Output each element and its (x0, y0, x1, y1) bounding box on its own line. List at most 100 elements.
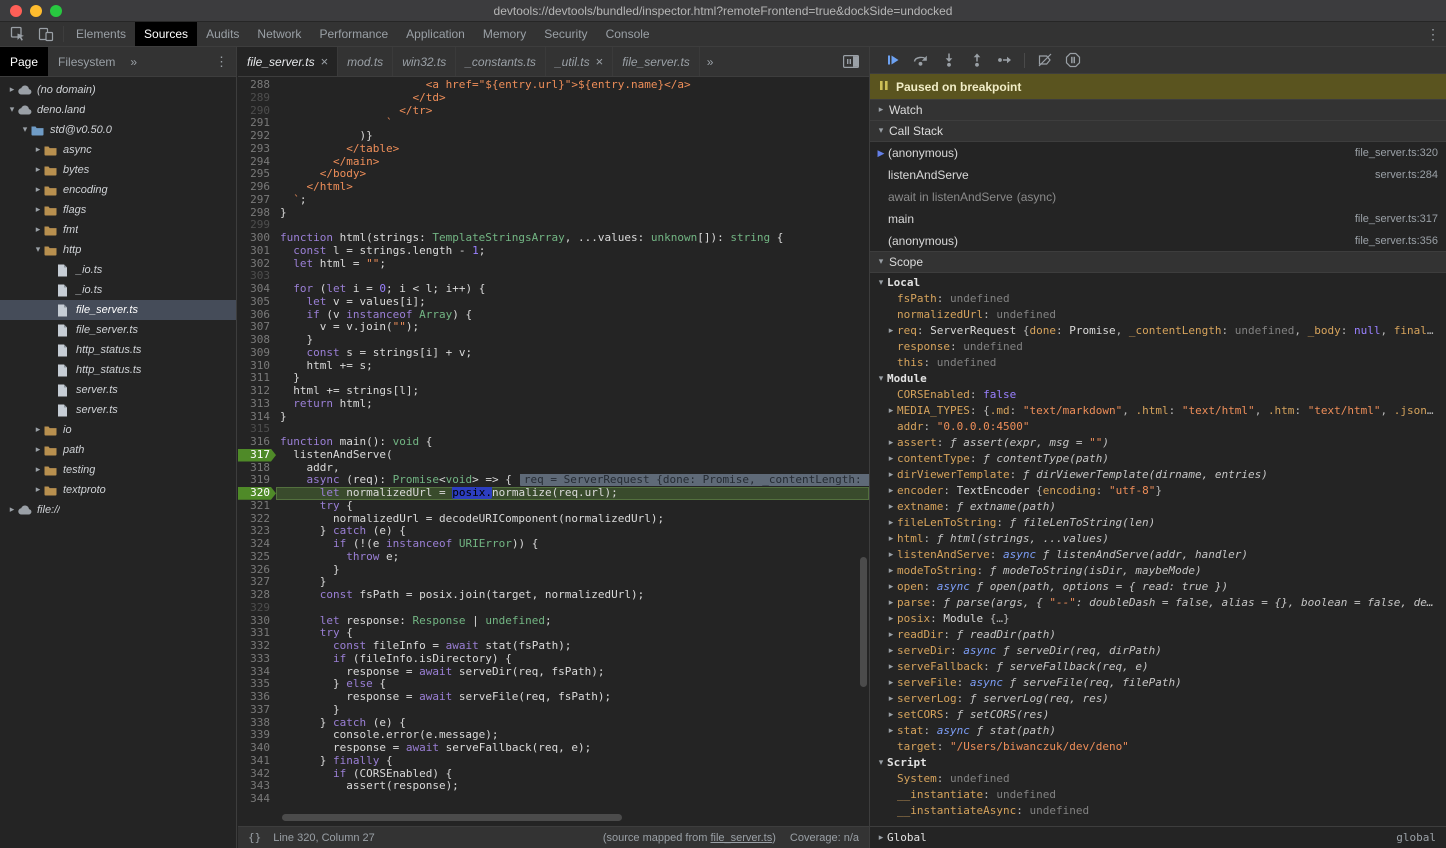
tab-overflow-icon[interactable]: » (125, 47, 142, 76)
expand-arrow[interactable] (885, 323, 897, 339)
frame-location[interactable]: file_server.ts:317 (1355, 213, 1438, 225)
close-tab-icon[interactable]: × (321, 55, 329, 68)
navigator-tab-filesystem[interactable]: Filesystem (48, 47, 125, 76)
expand-arrow[interactable] (32, 465, 44, 475)
source-mapped-link[interactable]: file_server.ts (710, 832, 772, 844)
scope-variable-assert[interactable]: assert: ƒ assert(expr, msg = "") (870, 435, 1446, 451)
expand-arrow[interactable] (32, 185, 44, 195)
line-number[interactable]: 317 (238, 449, 276, 462)
tree-item-encoding[interactable]: encoding (0, 180, 236, 200)
tree-item-deno.land[interactable]: deno.land (0, 100, 236, 120)
tab-security[interactable]: Security (535, 22, 596, 46)
line-number[interactable]: 293 (238, 143, 276, 156)
tree-item-std@v0.50.0[interactable]: std@v0.50.0 (0, 120, 236, 140)
toggle-debugger-sidebar-button[interactable] (843, 47, 869, 76)
expand-arrow[interactable] (885, 451, 897, 467)
scope-global-row[interactable]: Global global (870, 826, 1446, 848)
call-stack-frame[interactable]: (anonymous)file_server.ts:356 (870, 230, 1446, 252)
line-number[interactable]: 308 (238, 334, 276, 347)
scope-variable-extname[interactable]: extname: ƒ extname(path) (870, 499, 1446, 515)
scope-variable-setCORS[interactable]: setCORS: ƒ setCORS(res) (870, 707, 1446, 723)
tab-application[interactable]: Application (397, 22, 474, 46)
deactivate-breakpoints-icon[interactable] (1036, 52, 1053, 69)
line-number[interactable]: 309 (238, 347, 276, 360)
tree-item-fmt[interactable]: fmt (0, 220, 236, 240)
tab-performance[interactable]: Performance (310, 22, 397, 46)
call-stack-frame[interactable]: ▶(anonymous)file_server.ts:320 (870, 142, 1446, 164)
expand-arrow[interactable] (6, 505, 18, 515)
scope-variable-html[interactable]: html: ƒ html(strings, ...values) (870, 531, 1446, 547)
tree-item-http_status.ts[interactable]: http_status.ts (0, 340, 236, 360)
device-toolbar-icon[interactable] (32, 22, 60, 46)
line-number[interactable]: 319 (238, 474, 276, 487)
tree-item-bytes[interactable]: bytes (0, 160, 236, 180)
scope-section-local[interactable]: Local (870, 275, 1446, 291)
expand-arrow[interactable] (32, 205, 44, 215)
expand-arrow[interactable] (6, 105, 18, 115)
step-into-icon[interactable] (940, 52, 957, 69)
line-number[interactable]: 340 (238, 742, 276, 755)
scope-variable-stat[interactable]: stat: async ƒ stat(path) (870, 723, 1446, 739)
expand-arrow[interactable] (885, 627, 897, 643)
expand-arrow[interactable] (885, 467, 897, 483)
editor-tab-_constants.ts[interactable]: _constants.ts (456, 47, 546, 76)
scope-variable-fileLenToString[interactable]: fileLenToString: ƒ fileLenToString(len) (870, 515, 1446, 531)
tab-elements[interactable]: Elements (67, 22, 135, 46)
expand-arrow[interactable] (885, 707, 897, 723)
line-number[interactable]: 321 (238, 500, 276, 513)
expand-arrow[interactable] (885, 563, 897, 579)
close-tab-icon[interactable]: × (596, 55, 604, 68)
close-window-button[interactable] (10, 5, 22, 17)
scope-section-script[interactable]: Script (870, 755, 1446, 771)
pretty-print-button[interactable]: {} (248, 831, 261, 844)
editor-tab-overflow-icon[interactable]: » (700, 47, 721, 76)
expand-arrow[interactable] (885, 675, 897, 691)
tree-item-server.ts[interactable]: server.ts (0, 380, 236, 400)
expand-arrow[interactable] (885, 547, 897, 563)
line-number[interactable]: 300 (238, 232, 276, 245)
expand-arrow[interactable] (885, 531, 897, 547)
tree-item-_io.ts[interactable]: _io.ts (0, 280, 236, 300)
scope-variable-open[interactable]: open: async ƒ open(path, options = { rea… (870, 579, 1446, 595)
tree-item-flags[interactable]: flags (0, 200, 236, 220)
tree-item-file_server.ts[interactable]: file_server.ts (0, 300, 236, 320)
more-options-icon[interactable]: ⋮ (1420, 22, 1446, 46)
line-number[interactable]: 324 (238, 538, 276, 551)
tree-item-path[interactable]: path (0, 440, 236, 460)
line-number[interactable]: 301 (238, 245, 276, 258)
tree-item-http[interactable]: http (0, 240, 236, 260)
zoom-window-button[interactable] (50, 5, 62, 17)
expand-arrow[interactable] (32, 225, 44, 235)
line-number[interactable]: 325 (238, 551, 276, 564)
tree-item-textproto[interactable]: textproto (0, 480, 236, 500)
scope-section-module[interactable]: Module (870, 371, 1446, 387)
tree-item-testing[interactable]: testing (0, 460, 236, 480)
expand-arrow[interactable] (19, 125, 31, 135)
tab-console[interactable]: Console (597, 22, 659, 46)
expand-arrow[interactable] (885, 611, 897, 627)
expand-arrow[interactable] (885, 659, 897, 675)
minimize-window-button[interactable] (30, 5, 42, 17)
line-number[interactable]: 329 (238, 602, 276, 615)
line-number[interactable]: 328 (238, 589, 276, 602)
line-number[interactable]: 312 (238, 385, 276, 398)
line-number[interactable]: 344 (238, 793, 276, 806)
frame-location[interactable]: file_server.ts:356 (1355, 235, 1438, 247)
expand-arrow[interactable] (32, 425, 44, 435)
editor-tab-_util.ts[interactable]: _util.ts× (546, 47, 613, 76)
tab-network[interactable]: Network (248, 22, 310, 46)
line-number[interactable]: 304 (238, 283, 276, 296)
expand-arrow[interactable] (885, 403, 897, 419)
line-number[interactable]: 305 (238, 296, 276, 309)
line-number[interactable]: 341 (238, 755, 276, 768)
navigator-tab-page[interactable]: Page (0, 47, 48, 76)
expand-arrow[interactable] (885, 499, 897, 515)
expand-arrow[interactable] (885, 723, 897, 739)
tree-item-server.ts[interactable]: server.ts (0, 400, 236, 420)
tab-memory[interactable]: Memory (474, 22, 535, 46)
editor-tab-file_server.ts[interactable]: file_server.ts× (238, 47, 338, 76)
expand-arrow[interactable] (885, 483, 897, 499)
expand-arrow[interactable] (885, 435, 897, 451)
horizontal-scrollbar-thumb[interactable] (282, 814, 622, 821)
navigator-more-icon[interactable]: ⋮ (207, 47, 236, 76)
